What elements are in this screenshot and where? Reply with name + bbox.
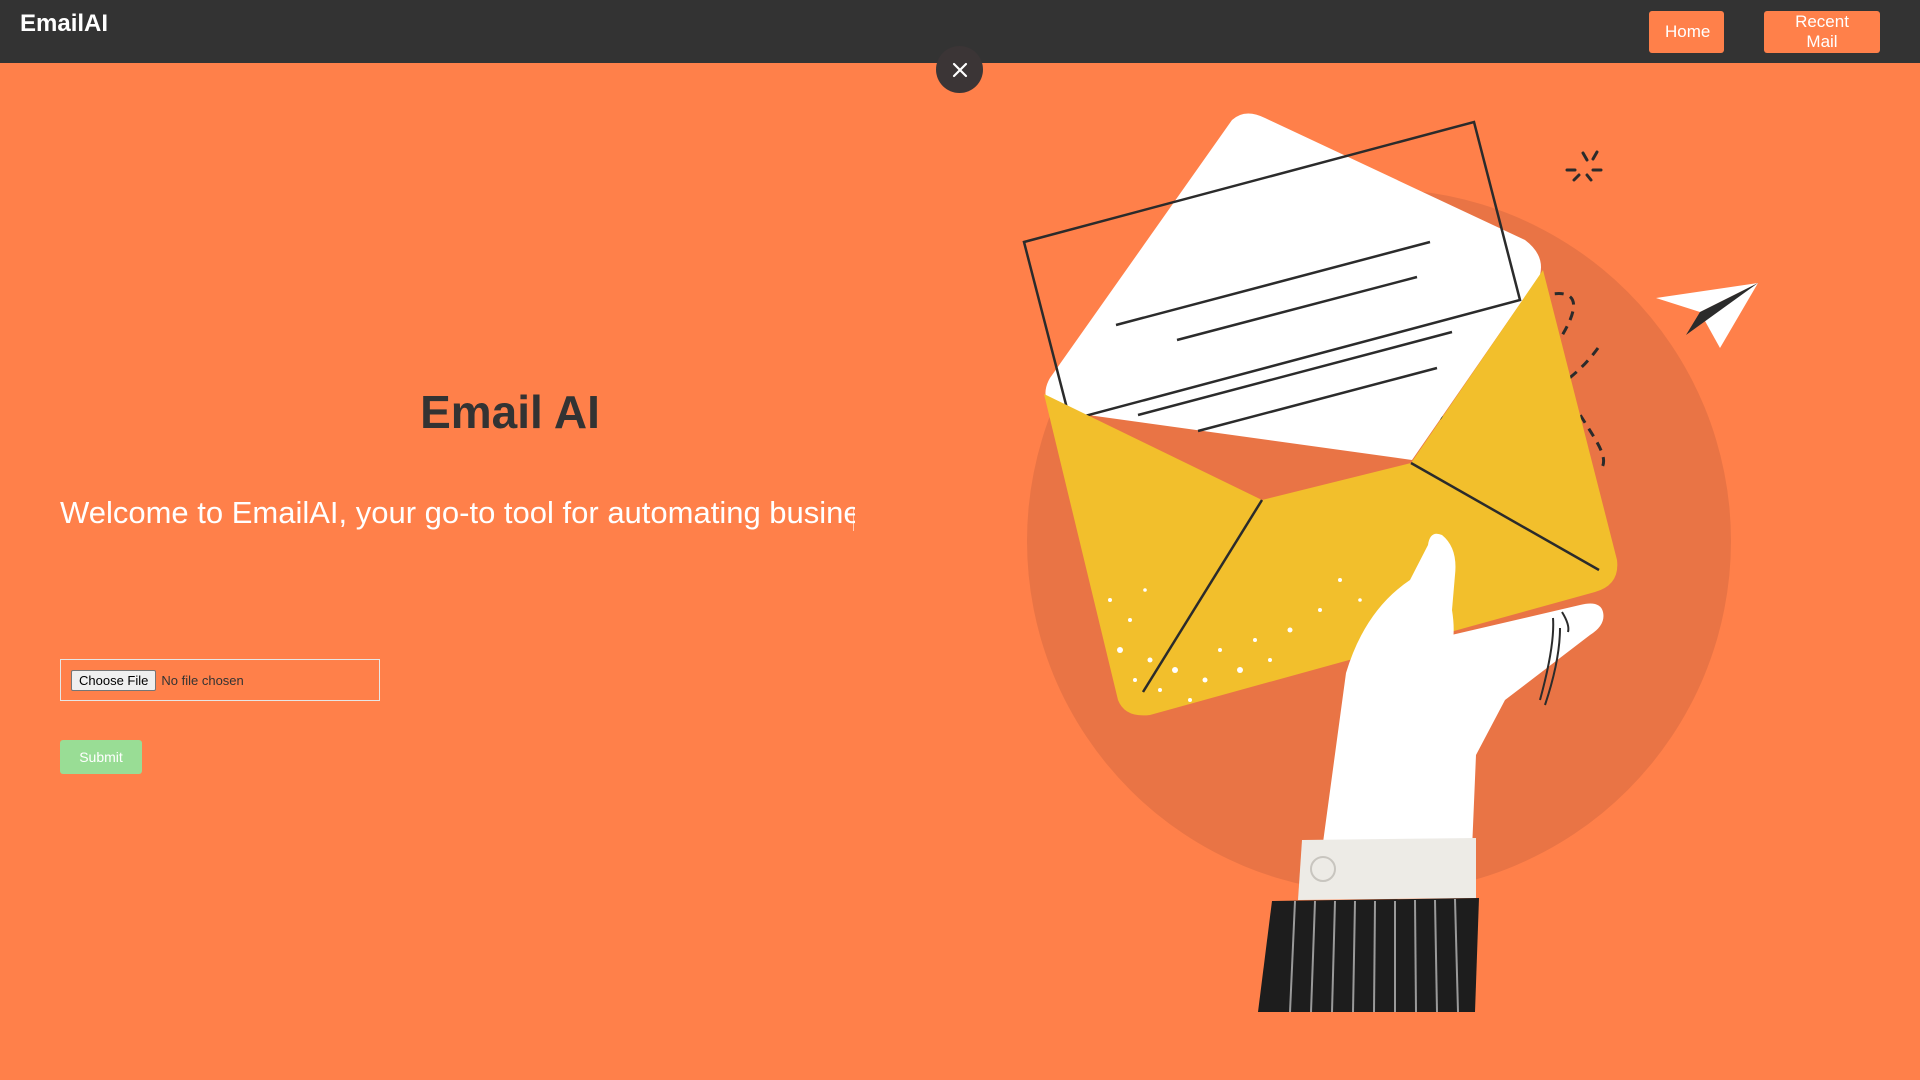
typing-caret — [853, 507, 854, 531]
shirt-cuff — [1298, 838, 1476, 900]
file-status-text: No file chosen — [161, 672, 244, 688]
sparkle-icon — [1565, 150, 1603, 182]
brand-logo[interactable]: EmailAI — [20, 10, 108, 38]
file-input[interactable]: Choose File No file chosen — [60, 659, 380, 701]
hand-holding-envelope-illustration — [1022, 113, 1758, 1013]
page-title: Email AI — [420, 386, 600, 438]
welcome-text: Welcome to EmailAI, your go-to tool for … — [60, 495, 855, 530]
nav-home-button[interactable]: Home — [1649, 11, 1724, 53]
close-button[interactable] — [936, 46, 983, 93]
submit-button[interactable]: Submit — [60, 740, 142, 774]
paper-plane-icon — [1656, 283, 1758, 348]
choose-file-button[interactable]: Choose File — [71, 669, 157, 691]
close-icon — [952, 62, 967, 77]
nav-recent-mail-button[interactable]: Recent Mail — [1764, 11, 1880, 53]
